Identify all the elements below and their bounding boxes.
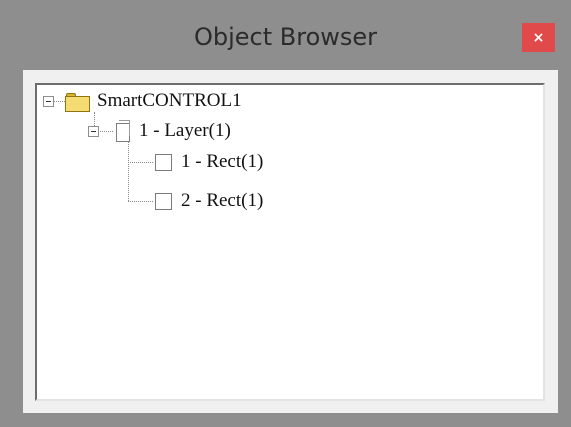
collapse-toggle-root[interactable] [43, 96, 54, 107]
object-tree[interactable]: SmartCONTROL1 1 - Layer(1) 1 - Rect(1) 2… [35, 83, 545, 401]
tree-connector-line [100, 131, 113, 132]
rect-icon [155, 193, 172, 210]
tree-connector-line [128, 141, 129, 201]
object-browser-window: Object Browser × SmartCONTROL1 1 - Layer… [0, 0, 571, 427]
collapse-toggle-layer[interactable] [88, 126, 99, 137]
folder-icon [65, 92, 91, 112]
tree-node-layer[interactable]: 1 - Layer(1) [139, 120, 231, 142]
close-button[interactable]: × [522, 23, 555, 52]
tree-connector-line [128, 162, 153, 163]
window-title: Object Browser [193, 23, 378, 51]
tree-node-root[interactable]: SmartCONTROL1 [97, 90, 242, 112]
tree-node-rect-1[interactable]: 1 - Rect(1) [181, 151, 263, 173]
close-icon: × [532, 29, 545, 46]
title-bar[interactable]: Object Browser × [0, 0, 571, 68]
tree-connector-line [128, 201, 153, 202]
rect-icon [155, 154, 172, 171]
tree-node-rect-2[interactable]: 2 - Rect(1) [181, 190, 263, 212]
page-icon [116, 120, 130, 142]
tree-connector-line [54, 101, 65, 102]
